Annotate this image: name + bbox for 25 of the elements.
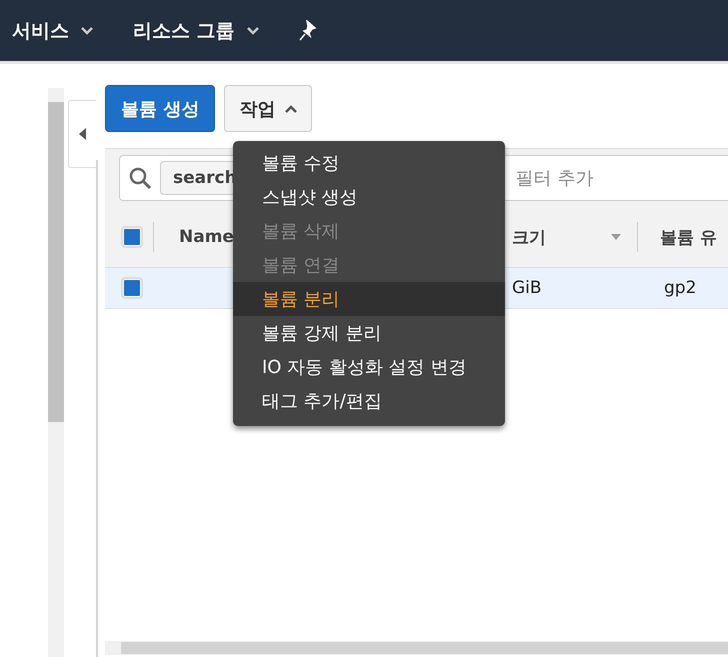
select-all-checkbox[interactable] [121,226,143,248]
nav-menu-button[interactable]: 리소스 그룹 [133,18,259,44]
vertical-scrollbar[interactable] [48,88,64,657]
actions-button[interactable]: 작업 [224,85,312,132]
table-cell[interactable] [105,268,165,309]
search-icon [128,166,152,190]
caret-icon [285,104,298,112]
menu-item[interactable]: 태그 추가/편집 [233,384,505,418]
menu-item[interactable]: 볼륨 분리 [233,282,505,316]
column-header[interactable]: 크기 [512,226,546,248]
menu-item[interactable]: 볼륨 강제 분리 [233,316,505,350]
horizontal-scrollbar[interactable] [105,641,728,655]
create-volume-button[interactable]: 볼륨 생성 [105,85,216,132]
caret-left-icon [79,128,86,140]
sort-caret-icon[interactable] [611,234,621,240]
menu-item[interactable]: IO 자동 활성화 설정 변경 [233,350,505,384]
chevron-down-icon [246,26,259,34]
pin-icon[interactable] [298,20,319,42]
column-header[interactable]: Name [179,227,234,247]
table-cell: gp2 [650,268,728,309]
collapse-tab[interactable] [68,100,96,168]
chevron-down-icon [81,26,93,34]
column-header[interactable]: 볼륨 유 [660,226,717,248]
nav-menu-button[interactable]: 서비스 [12,18,93,44]
row-checkbox[interactable] [121,277,143,299]
